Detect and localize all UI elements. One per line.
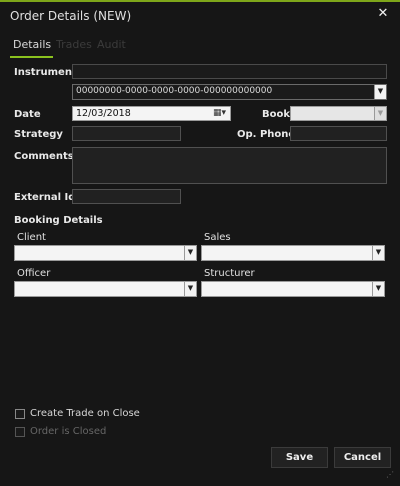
window-accent-line xyxy=(0,0,400,2)
active-tab-indicator xyxy=(10,56,53,58)
window-title: Order Details (NEW) xyxy=(10,9,132,23)
date-picker[interactable]: 12/03/2018 ▦▾ xyxy=(72,106,231,121)
date-label: Date xyxy=(14,109,41,120)
sales-dropdown[interactable]: ▼ xyxy=(201,245,385,261)
order-is-closed-checkbox xyxy=(15,427,25,437)
order-is-closed-label: Order is Closed xyxy=(30,426,107,437)
officer-dropdown[interactable]: ▼ xyxy=(14,281,197,297)
external-id-input[interactable] xyxy=(72,189,181,204)
book-dropdown[interactable]: ▼ xyxy=(290,106,387,121)
structurer-label: Structurer xyxy=(204,268,255,279)
strategy-label: Strategy xyxy=(14,129,63,140)
instrument-input[interactable] xyxy=(72,64,387,79)
officer-label: Officer xyxy=(17,268,51,279)
external-id-label: External Id xyxy=(14,192,76,203)
comments-label: Comments xyxy=(14,151,74,162)
chevron-down-icon[interactable]: ▼ xyxy=(372,246,384,260)
client-label: Client xyxy=(17,232,46,243)
op-phone-input[interactable] xyxy=(290,126,387,141)
client-dropdown[interactable]: ▼ xyxy=(14,245,197,261)
op-phone-label: Op. Phone xyxy=(237,129,296,140)
chevron-down-icon[interactable]: ▼ xyxy=(374,107,386,120)
instrument-id-dropdown[interactable]: 00000000-0000-0000-0000-000000000000 ▼ xyxy=(72,84,387,100)
tab-audit[interactable]: Audit xyxy=(97,38,126,51)
order-details-window: Order Details (NEW) ✕ Details Trades Aud… xyxy=(0,0,400,486)
create-trade-on-close-checkbox[interactable] xyxy=(15,409,25,419)
strategy-input[interactable] xyxy=(72,126,181,141)
date-value: 12/03/2018 xyxy=(76,108,131,119)
cancel-button[interactable]: Cancel xyxy=(334,447,391,468)
close-icon[interactable]: ✕ xyxy=(375,6,391,22)
chevron-down-icon[interactable]: ▼ xyxy=(374,85,386,99)
resize-grip-icon[interactable]: ⋰ xyxy=(386,470,394,479)
chevron-down-icon[interactable]: ▼ xyxy=(184,246,196,260)
tab-details[interactable]: Details xyxy=(13,38,51,51)
book-label: Book xyxy=(262,109,291,120)
chevron-down-icon[interactable]: ▼ xyxy=(372,282,384,296)
save-button[interactable]: Save xyxy=(271,447,328,468)
comments-textarea[interactable] xyxy=(72,147,387,184)
sales-label: Sales xyxy=(204,232,231,243)
tab-trades[interactable]: Trades xyxy=(56,38,92,51)
chevron-down-icon[interactable]: ▼ xyxy=(184,282,196,296)
calendar-icon[interactable]: ▦▾ xyxy=(213,108,226,118)
instrument-id-value: 00000000-0000-0000-0000-000000000000 xyxy=(76,86,273,96)
instrument-label: Instrument xyxy=(14,67,77,78)
structurer-dropdown[interactable]: ▼ xyxy=(201,281,385,297)
booking-details-title: Booking Details xyxy=(14,215,103,226)
create-trade-on-close-label: Create Trade on Close xyxy=(30,408,140,419)
